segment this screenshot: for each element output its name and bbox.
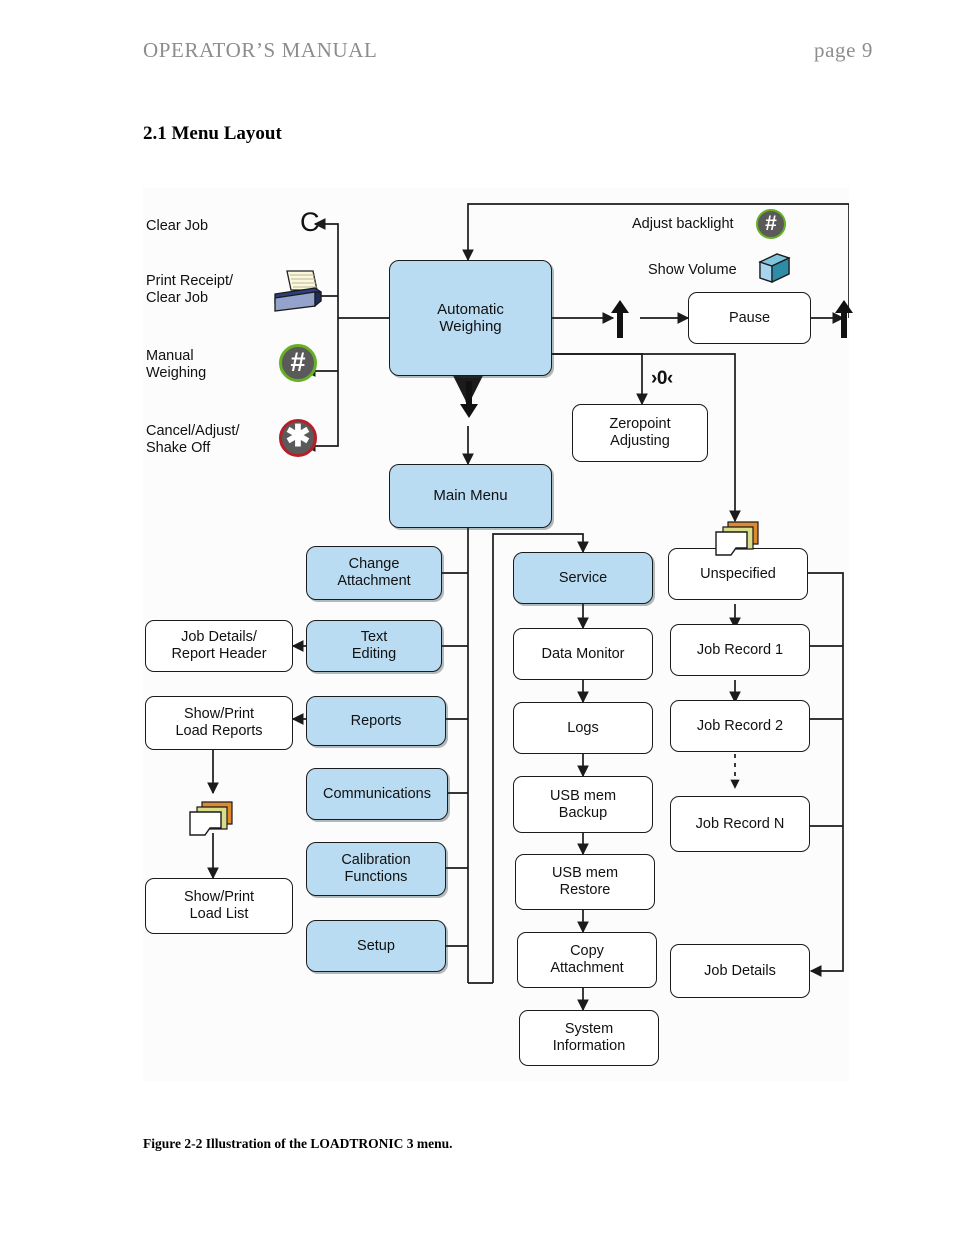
node-reports[interactable]: Reports [306, 696, 446, 746]
node-service[interactable]: Service [513, 552, 653, 604]
printer-icon [269, 268, 325, 319]
node-job-record-2[interactable]: Job Record 2 [670, 700, 810, 752]
up-arrow-key-icon [609, 298, 631, 345]
page-header: OPERATOR’S MANUAL page 9 [143, 38, 873, 63]
node-main-menu[interactable]: Main Menu [389, 464, 552, 528]
node-job-details[interactable]: Job Details [670, 944, 810, 998]
node-data-monitor[interactable]: Data Monitor [513, 628, 653, 680]
down-arrow-key-icon [458, 380, 480, 425]
hash-key-green-icon: # [279, 344, 317, 382]
node-automatic-weighing[interactable]: Automatic Weighing [389, 260, 552, 376]
node-job-record-1[interactable]: Job Record 1 [670, 624, 810, 676]
node-text-editing[interactable]: Text Editing [306, 620, 442, 672]
node-system-information[interactable]: System Information [519, 1010, 659, 1066]
legend-label-print-receipt: Print Receipt/ Clear Job [146, 273, 234, 307]
node-change-attachment[interactable]: Change Attachment [306, 546, 442, 600]
document-stack-icon [714, 518, 764, 567]
figure-caption: Figure 2-2 Illustration of the LOADTRONI… [143, 1136, 453, 1151]
menu-layout-diagram: Clear Job Print Receipt/ Clear Job Manua… [143, 188, 853, 1081]
node-copy-attachment[interactable]: Copy Attachment [517, 932, 657, 988]
manual-title: OPERATOR’S MANUAL [143, 38, 378, 62]
node-usb-mem-backup[interactable]: USB mem Backup [513, 776, 653, 833]
node-pause[interactable]: Pause [688, 292, 811, 344]
node-zeropoint-adjusting[interactable]: Zeropoint Adjusting [572, 404, 708, 462]
node-show-print-load-list[interactable]: Show/Print Load List [145, 878, 293, 934]
asterisk-key-red-icon: ✱ [279, 419, 317, 457]
node-show-print-load-reports[interactable]: Show/Print Load Reports [145, 696, 293, 750]
legend-label-show-volume: Show Volume [648, 262, 737, 278]
legend-label-manual-weighing: Manual Weighing [146, 348, 207, 382]
node-job-record-n[interactable]: Job Record N [670, 796, 810, 852]
legend-label-cancel-adjust: Cancel/Adjust/ Shake Off [146, 423, 240, 457]
legend-label-adjust-backlight: Adjust backlight [632, 216, 734, 232]
node-job-details-report-header[interactable]: Job Details/ Report Header [145, 620, 293, 672]
legend-label-clear-job: Clear Job [146, 218, 209, 234]
zeropoint-key-icon: ›0‹ [651, 368, 673, 389]
node-logs[interactable]: Logs [513, 702, 653, 754]
node-usb-mem-restore[interactable]: USB mem Restore [515, 854, 655, 910]
page-number: page 9 [814, 38, 873, 62]
node-calibration-functions[interactable]: Calibration Functions [306, 842, 446, 896]
section-title: 2.1 Menu Layout [143, 123, 282, 144]
node-communications[interactable]: Communications [306, 768, 448, 820]
letter-c-key-icon: C [300, 207, 320, 237]
node-setup[interactable]: Setup [306, 920, 446, 972]
hash-key-green-icon: # [756, 209, 786, 239]
cube-icon [756, 250, 792, 291]
document-stack-icon [188, 798, 238, 847]
up-arrow-key-icon [833, 298, 855, 345]
